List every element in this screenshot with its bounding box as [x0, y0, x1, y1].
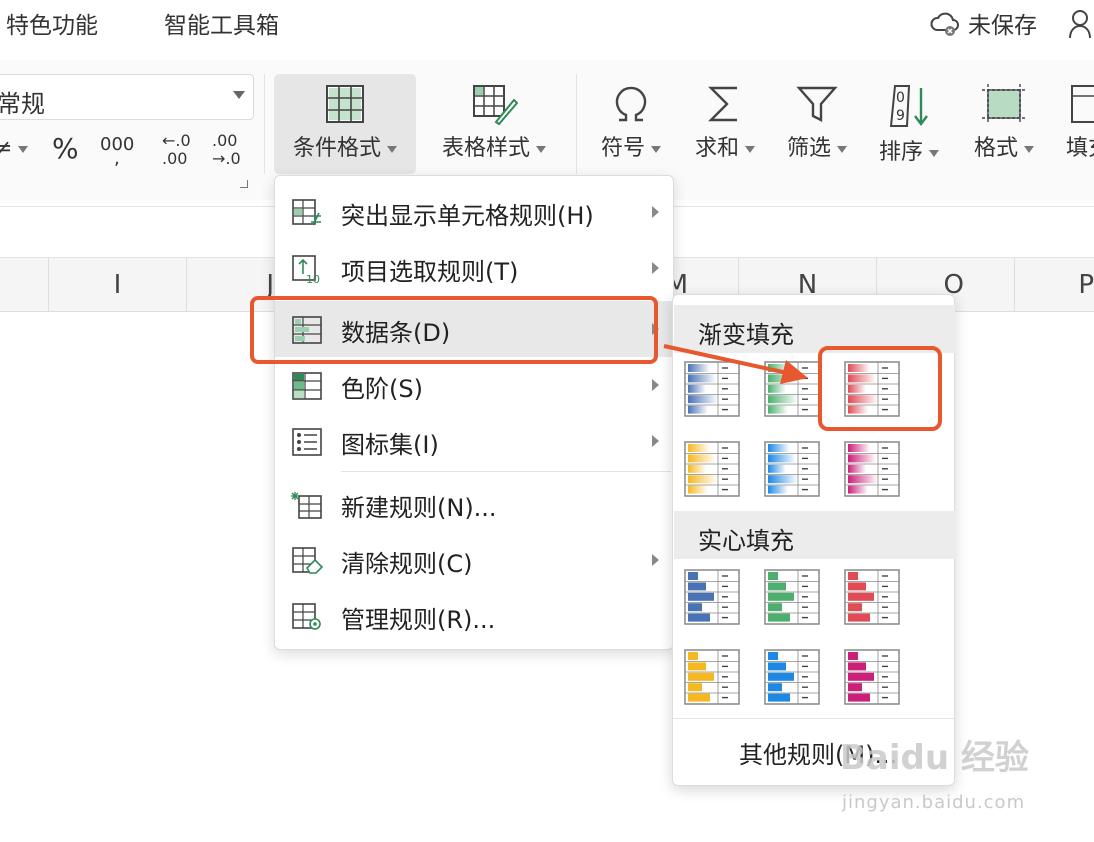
- color-scale-icon: [292, 372, 322, 400]
- clear-rules-icon: [292, 547, 323, 574]
- menu-item-label: 色阶(S): [341, 375, 423, 403]
- table-style-button[interactable]: 表格样式: [424, 74, 564, 174]
- menu-item-manage-rules[interactable]: 管理规则(R)...: [275, 588, 673, 644]
- sort-button[interactable]: 0 9 排序: [868, 74, 950, 174]
- decrease-decimal-button[interactable]: .00 →.0: [212, 132, 241, 168]
- menu-item-top-rules[interactable]: 10 项目选取规则(T): [275, 240, 673, 296]
- currency-button[interactable]: ≠: [0, 136, 29, 161]
- manage-rules-icon: [292, 603, 321, 630]
- sigma-icon: [708, 86, 737, 122]
- thousands-separator-button[interactable]: 000 ,: [100, 134, 134, 168]
- gradient-data-bar-orange[interactable]: [684, 441, 740, 497]
- filter-button[interactable]: 筛选: [776, 74, 858, 174]
- solid-data-bar-orange[interactable]: [684, 649, 740, 705]
- menu-item-label: 突出显示单元格规则(H): [341, 202, 594, 230]
- menu-item-color-scale[interactable]: 色阶(S): [275, 357, 673, 413]
- format-label: 格式: [973, 136, 1018, 161]
- conditional-format-label: 条件格式: [292, 136, 381, 161]
- menu-item-label: 图标集(I): [341, 431, 439, 459]
- svg-text:9: 9: [896, 108, 905, 124]
- gradient-data-bar-light-blue[interactable]: [764, 441, 820, 497]
- annotation-arrow-icon: [663, 344, 808, 384]
- symbol-button[interactable]: 符号: [590, 74, 672, 174]
- conditional-format-icon: [326, 85, 364, 123]
- share-user-icon[interactable]: [1068, 8, 1094, 44]
- percent-button[interactable]: %: [52, 132, 79, 165]
- icon-set-icon: [292, 428, 322, 456]
- gradient-data-bar-purple[interactable]: [844, 441, 900, 497]
- top-rules-icon: 10: [292, 255, 320, 284]
- column-header-p[interactable]: P: [1014, 258, 1094, 312]
- column-header-i[interactable]: I: [48, 258, 186, 312]
- menu-item-highlight-cells[interactable]: 突出显示单元格规则(H): [275, 184, 673, 240]
- solid-fill-header: 实心填充: [674, 511, 955, 559]
- menu-item-label: 清除规则(C): [341, 550, 473, 578]
- filter-label: 筛选: [786, 136, 831, 161]
- solid-data-bar-blue[interactable]: [684, 569, 740, 625]
- sum-label: 求和: [694, 136, 739, 161]
- chevron-right-icon: [652, 435, 659, 447]
- dialog-launcher-icon[interactable]: [240, 180, 248, 188]
- increase-decimal-button[interactable]: ←.0 .00: [162, 132, 191, 168]
- solid-data-bar-light-blue[interactable]: [764, 649, 820, 705]
- menu-item-icon-set[interactable]: 图标集(I): [275, 413, 673, 469]
- chevron-down-icon: [233, 91, 245, 99]
- number-format-select[interactable]: 常规: [0, 74, 254, 120]
- omega-icon: [615, 86, 647, 122]
- format-icon: [982, 84, 1026, 124]
- chevron-right-icon: [652, 206, 659, 218]
- table-style-label: 表格样式: [441, 136, 530, 161]
- menu-item-label: 新建规则(N)...: [341, 494, 497, 522]
- sum-button[interactable]: 求和: [684, 74, 766, 174]
- highlight-rules-icon: [292, 199, 321, 226]
- conditional-format-button[interactable]: 条件格式: [274, 74, 416, 174]
- menu-separator: [341, 471, 671, 472]
- fill-button[interactable]: 填充: [1062, 74, 1094, 174]
- filter-icon: [796, 86, 838, 122]
- tab-special-features[interactable]: 特色功能: [6, 6, 98, 40]
- sort-icon: 0 9: [889, 85, 928, 127]
- ribbon-separator: [576, 74, 577, 174]
- annotation-target-box: [818, 346, 942, 431]
- chevron-right-icon: [652, 262, 659, 274]
- ribbon-separator: [264, 74, 265, 174]
- sort-label: 排序: [878, 140, 923, 165]
- svg-text:0: 0: [896, 90, 905, 106]
- save-status-label: 未保存: [968, 13, 1037, 39]
- menu-item-label: 项目选取规则(T): [341, 258, 519, 286]
- chevron-right-icon: [652, 554, 659, 566]
- menu-item-label: 管理规则(R)...: [341, 606, 496, 634]
- save-status[interactable]: 未保存: [928, 6, 1037, 40]
- tab-smart-toolbox[interactable]: 智能工具箱: [164, 6, 279, 40]
- cloud-unsaved-icon: [930, 12, 959, 36]
- format-button[interactable]: 格式: [962, 74, 1046, 174]
- number-format-value: 常规: [0, 90, 45, 118]
- solid-data-bar-purple[interactable]: [844, 649, 900, 705]
- chevron-right-icon: [652, 379, 659, 391]
- solid-data-bar-red[interactable]: [844, 569, 900, 625]
- annotation-highlight-data-bars: [250, 296, 658, 364]
- watermark-url: jingyan.baidu.com: [842, 792, 1026, 813]
- conditional-format-menu: 突出显示单元格规则(H) 10 项目选取规则(T) 数据条(D) 色阶(S) 图…: [274, 175, 674, 650]
- watermark-logo: Baidu 经验: [840, 738, 1029, 778]
- fill-icon: [1071, 85, 1094, 123]
- submenu-separator: [673, 718, 954, 719]
- solid-data-bar-green[interactable]: [764, 569, 820, 625]
- menu-item-clear-rules[interactable]: 清除规则(C): [275, 532, 673, 588]
- menu-item-new-rule[interactable]: 新建规则(N)...: [275, 476, 673, 532]
- svg-text:10: 10: [306, 273, 320, 284]
- fill-label: 填充: [1066, 136, 1094, 161]
- new-rule-icon: [291, 492, 322, 519]
- symbol-label: 符号: [600, 136, 645, 161]
- table-style-icon: [473, 85, 518, 126]
